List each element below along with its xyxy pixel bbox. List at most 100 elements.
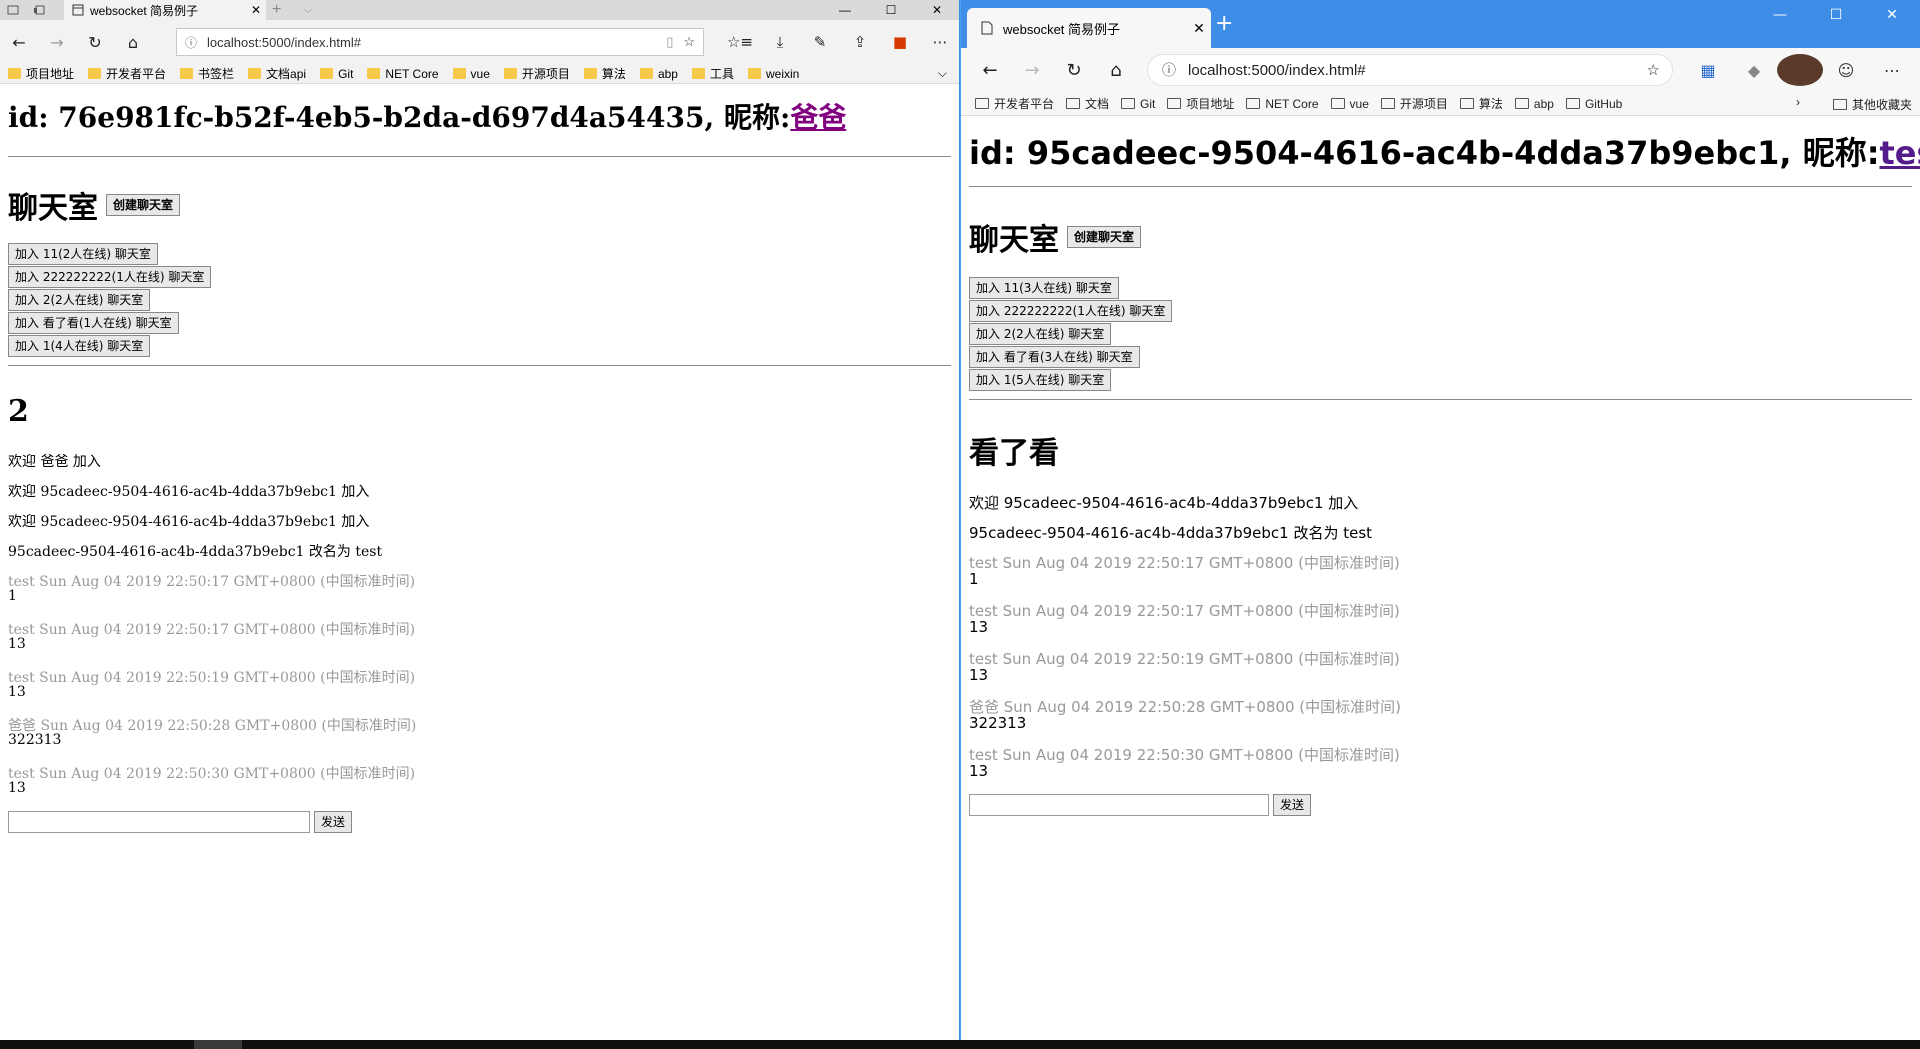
favorite-item[interactable]: vue bbox=[1330, 96, 1369, 111]
star-icon[interactable]: ☆ bbox=[1647, 61, 1660, 79]
message-text: 322313 bbox=[969, 714, 1027, 732]
tabs-aside-icon[interactable] bbox=[28, 0, 50, 20]
favorite-item[interactable]: 工具 bbox=[691, 65, 738, 82]
message-input[interactable] bbox=[8, 811, 310, 833]
send-button[interactable]: 发送 bbox=[1273, 794, 1312, 816]
refresh-icon[interactable]: ↻ bbox=[1053, 52, 1095, 88]
create-room-button[interactable]: 创建聊天室 bbox=[1067, 226, 1142, 248]
smiley-icon[interactable]: ☺ bbox=[1823, 54, 1869, 86]
address-bar[interactable]: ⓘ localhost:5000/index.html# ☆ bbox=[1147, 54, 1673, 86]
other-favorites[interactable]: 其他收藏夹 bbox=[1832, 96, 1912, 113]
forward-icon[interactable]: → bbox=[38, 26, 76, 58]
maximize-icon[interactable]: ☐ bbox=[868, 0, 914, 20]
right-active-tab[interactable]: websocket 简易例子 ✕ bbox=[967, 8, 1211, 48]
new-tab-icon[interactable]: + bbox=[272, 0, 281, 20]
url-text: localhost:5000/index.html# bbox=[207, 34, 361, 50]
room-list: 加入 11(3人在线) 聊天室 加入 222222222(1人在线) 聊天室 加入 … bbox=[969, 277, 1912, 391]
folder-icon bbox=[639, 68, 653, 79]
puzzle-icon[interactable]: ◆ bbox=[1731, 54, 1777, 86]
favorite-item[interactable]: 开发者平台 bbox=[88, 65, 170, 82]
nickname-link[interactable]: test bbox=[1880, 134, 1920, 172]
close-window-icon[interactable]: ✕ bbox=[1864, 0, 1920, 30]
favorite-item[interactable]: 算法 bbox=[1459, 95, 1503, 112]
new-tab-icon[interactable]: + bbox=[1215, 12, 1233, 36]
close-tab-icon[interactable]: ✕ bbox=[246, 3, 266, 17]
favorite-item[interactable]: abp bbox=[1514, 97, 1554, 111]
folder-icon bbox=[503, 68, 517, 79]
favorite-item[interactable]: GitHub bbox=[1565, 97, 1622, 111]
maximize-icon[interactable]: ☐ bbox=[1808, 0, 1864, 30]
favorite-label: 算法 bbox=[601, 67, 626, 81]
join-room-button[interactable]: 加入 1(5人在线) 聊天室 bbox=[969, 369, 1112, 391]
tab-actions-icon[interactable] bbox=[2, 0, 24, 20]
close-tab-icon[interactable]: ✕ bbox=[1187, 20, 1211, 37]
minimize-icon[interactable]: — bbox=[1752, 0, 1808, 30]
send-button[interactable]: 发送 bbox=[314, 811, 353, 833]
message-text: 1 bbox=[969, 570, 979, 588]
favorite-label: vue bbox=[1349, 96, 1369, 111]
back-icon[interactable]: ← bbox=[0, 26, 38, 58]
favorite-item[interactable]: 书签栏 bbox=[180, 65, 238, 82]
favorite-item[interactable]: vue bbox=[452, 67, 494, 81]
nickname-link[interactable]: 爸爸 bbox=[790, 101, 846, 134]
favorite-item[interactable]: abp bbox=[639, 67, 682, 81]
favorites-chevron-icon[interactable]: ⌵ bbox=[938, 66, 947, 81]
favorite-item[interactable]: 开源项目 bbox=[1380, 95, 1448, 112]
favorite-item[interactable]: weixin bbox=[747, 67, 803, 81]
favorite-item[interactable]: Git bbox=[320, 67, 357, 81]
user-heading: id: 76e981fc-b52f-4eb5-b2da-d697d4a54435… bbox=[8, 96, 951, 138]
favorites-icon[interactable]: ☆≡ bbox=[720, 26, 760, 58]
favorite-item[interactable]: 文档api bbox=[248, 65, 310, 82]
office-icon[interactable]: ■ bbox=[880, 26, 920, 58]
forward-icon[interactable]: → bbox=[1011, 52, 1053, 88]
system-message: 欢迎 95cadeec-9504-4616-ac4b-4dda37b9ebc1 … bbox=[8, 514, 370, 530]
divider bbox=[8, 156, 951, 157]
left-active-tab[interactable]: websocket 简易例子 ✕ bbox=[64, 0, 266, 20]
back-icon[interactable]: ← bbox=[969, 52, 1011, 88]
favorite-item[interactable]: 文档 bbox=[1066, 95, 1109, 112]
share-icon[interactable]: ⇪ bbox=[840, 26, 880, 58]
favorite-item[interactable]: Git bbox=[1121, 97, 1155, 111]
folder-icon bbox=[1066, 98, 1081, 109]
close-window-icon[interactable]: ✕ bbox=[914, 0, 960, 20]
create-room-button[interactable]: 创建聊天室 bbox=[106, 194, 181, 216]
favorite-item[interactable]: 项目地址 bbox=[1167, 95, 1234, 112]
join-room-button[interactable]: 加入 看了看(3人在线) 聊天室 bbox=[969, 346, 1140, 368]
taskbar-active-app[interactable] bbox=[194, 1040, 242, 1049]
message-meta: test Sun Aug 04 2019 22:50:19 GMT+0800 (… bbox=[8, 670, 416, 686]
home-icon[interactable]: ⌂ bbox=[114, 26, 152, 58]
join-room-button[interactable]: 加入 1(4人在线) 聊天室 bbox=[8, 335, 151, 357]
favorites-chevron-icon[interactable]: › bbox=[1796, 95, 1800, 109]
join-room-button[interactable]: 加入 222222222(1人在线) 聊天室 bbox=[8, 266, 212, 288]
join-room-button[interactable]: 加入 222222222(1人在线) 聊天室 bbox=[969, 300, 1173, 322]
avatar[interactable] bbox=[1777, 54, 1823, 86]
address-bar[interactable]: ⓘ localhost:5000/index.html# ▯ ☆ bbox=[176, 28, 704, 56]
pen-icon[interactable]: ✎ bbox=[800, 26, 840, 58]
refresh-icon[interactable]: ↻ bbox=[76, 26, 114, 58]
favorite-item[interactable]: NET Core bbox=[1246, 97, 1319, 111]
reading-view-icon[interactable]: ▯ bbox=[666, 34, 673, 50]
tab-title: websocket 简易例子 bbox=[90, 3, 199, 18]
join-room-button[interactable]: 加入 2(2人在线) 聊天室 bbox=[8, 289, 151, 311]
favorite-item[interactable]: 开源项目 bbox=[503, 65, 574, 82]
join-room-button[interactable]: 加入 11(3人在线) 聊天室 bbox=[969, 277, 1119, 299]
favorite-item[interactable]: 算法 bbox=[583, 65, 630, 82]
chat-message: test Sun Aug 04 2019 22:50:19 GMT+0800 (… bbox=[969, 648, 1912, 684]
extensions-icon[interactable]: ▦ bbox=[1685, 54, 1731, 86]
favorite-item[interactable]: 开发者平台 bbox=[975, 95, 1054, 112]
right-toolbar-icons: ▦ ◆ ☺ ⋯ bbox=[1685, 54, 1915, 86]
tab-menu-chevron-icon[interactable]: ⌵ bbox=[304, 0, 312, 20]
favorite-label: 项目地址 bbox=[1186, 97, 1235, 111]
home-icon[interactable]: ⌂ bbox=[1095, 52, 1137, 88]
join-room-button[interactable]: 加入 看了看(1人在线) 聊天室 bbox=[8, 312, 179, 334]
more-icon[interactable]: ⋯ bbox=[920, 26, 960, 58]
star-icon[interactable]: ☆ bbox=[683, 34, 695, 50]
more-icon[interactable]: ⋯ bbox=[1869, 54, 1915, 86]
favorite-item[interactable]: NET Core bbox=[367, 67, 442, 81]
minimize-icon[interactable]: — bbox=[822, 0, 868, 20]
join-room-button[interactable]: 加入 11(2人在线) 聊天室 bbox=[8, 243, 158, 265]
download-icon[interactable]: ⤓ bbox=[760, 26, 800, 58]
message-input[interactable] bbox=[969, 794, 1269, 816]
favorite-item[interactable]: 项目地址 bbox=[8, 65, 78, 82]
join-room-button[interactable]: 加入 2(2人在线) 聊天室 bbox=[969, 323, 1112, 345]
